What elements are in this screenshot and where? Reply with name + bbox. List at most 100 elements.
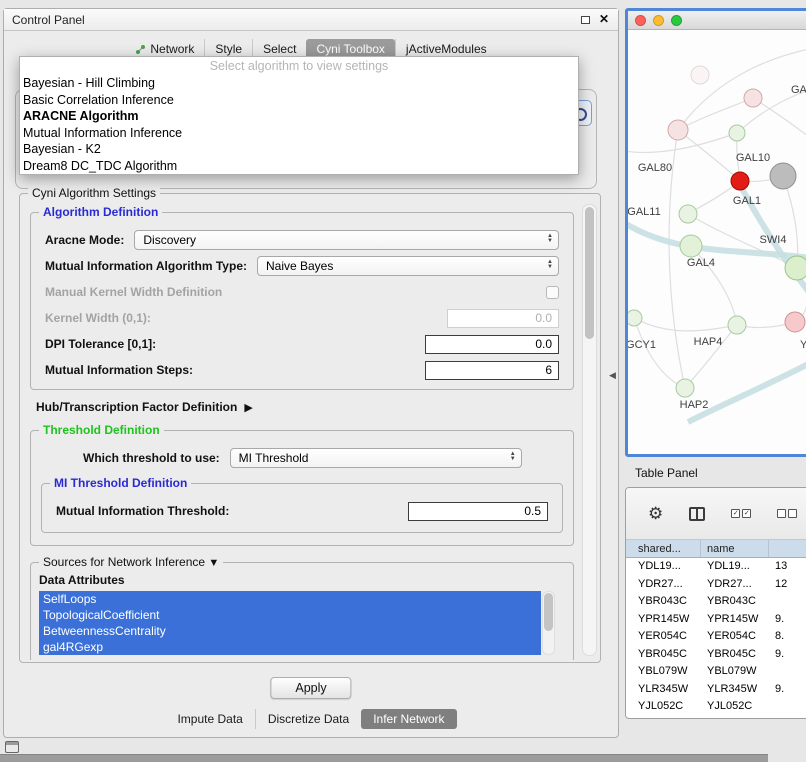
network-node[interactable] [679, 205, 697, 223]
table-row[interactable]: YBL079WYBL079W [626, 663, 806, 681]
table-row[interactable]: YLR345WYLR345W9. [626, 681, 806, 699]
table-cell[interactable] [769, 698, 806, 716]
which-threshold-select[interactable]: MI Threshold ▲▼ [230, 448, 522, 468]
network-canvas[interactable]: GAL80GAL7GAL10GAL11GAL1SWI4GAL4GCY1HAP4H… [628, 30, 806, 454]
hub-definition-section[interactable]: Hub/Transcription Factor Definition ▶ [36, 400, 574, 414]
scrollbar-thumb[interactable] [585, 207, 594, 339]
attributes-scrollbar[interactable] [542, 591, 555, 655]
minimize-traffic-light[interactable] [653, 15, 664, 26]
network-window-titlebar[interactable] [628, 11, 806, 30]
table-cell[interactable]: 9. [769, 611, 806, 629]
table-row[interactable]: YJL052CYJL052C [626, 698, 806, 716]
panel-splitter-icon[interactable]: ◀ [609, 370, 616, 381]
network-view-window[interactable]: GAL80GAL7GAL10GAL11GAL1SWI4GAL4GCY1HAP4H… [625, 8, 806, 457]
table-row[interactable]: YPR145WYPR145W9. [626, 611, 806, 629]
network-node[interactable] [731, 172, 749, 190]
scrollbar-thumb[interactable] [544, 593, 553, 631]
table-cell[interactable]: YPR145W [626, 611, 701, 629]
table-cell[interactable]: YDR27... [701, 576, 769, 594]
manual-kernel-checkbox[interactable] [546, 286, 559, 299]
table-cell[interactable]: YLR345W [626, 681, 701, 699]
tab-infer-network[interactable]: Infer Network [361, 709, 456, 729]
table-cell[interactable]: YDL19... [701, 558, 769, 576]
table-cell[interactable]: YBR045C [626, 646, 701, 664]
network-graph[interactable]: GAL80GAL7GAL10GAL11GAL1SWI4GAL4GCY1HAP4H… [628, 30, 806, 452]
minimized-panel-icon[interactable] [5, 741, 19, 753]
mi-type-select[interactable]: Naive Bayes ▲▼ [257, 256, 559, 276]
apply-button[interactable]: Apply [270, 677, 351, 699]
kernel-width-input[interactable] [447, 309, 559, 328]
sources-title[interactable]: Sources for Network Inference ▼ [39, 555, 223, 569]
gear-icon[interactable]: ⚙ [648, 505, 663, 522]
table-cell[interactable]: YJL052C [626, 698, 701, 716]
table-cell[interactable]: YBL079W [626, 663, 701, 681]
dpi-tolerance-input[interactable] [425, 335, 559, 354]
table-cell[interactable]: YBR045C [701, 646, 769, 664]
table-cell[interactable]: YBR043C [626, 593, 701, 611]
dropdown-item[interactable]: Mutual Information Inference [20, 125, 578, 142]
network-node[interactable] [785, 312, 805, 332]
table-cell[interactable]: 8. [769, 628, 806, 646]
dropdown-item[interactable]: Basic Correlation Inference [20, 92, 578, 109]
table-cell[interactable]: 13 [769, 558, 806, 576]
table-cell[interactable]: YPR145W [701, 611, 769, 629]
table-cell[interactable]: YBR043C [701, 593, 769, 611]
network-node[interactable] [744, 89, 762, 107]
column-header[interactable] [769, 540, 806, 557]
network-node[interactable] [770, 163, 796, 189]
mi-steps-input[interactable] [425, 361, 559, 380]
dropdown-item[interactable]: Bayesian - K2 [20, 141, 578, 158]
table-cell[interactable]: 9. [769, 646, 806, 664]
table-row[interactable]: YDR27...YDR27...12 [626, 576, 806, 594]
attribute-item-selected[interactable]: SelfLoops [39, 591, 541, 607]
table-cell[interactable]: YDL19... [626, 558, 701, 576]
table-cell[interactable]: 12 [769, 576, 806, 594]
network-node[interactable] [668, 120, 688, 140]
settings-scrollbar[interactable] [582, 204, 597, 656]
table-cell[interactable]: YDR27... [626, 576, 701, 594]
table-cell[interactable] [769, 593, 806, 611]
dropdown-item[interactable]: Bayesian - Hill Climbing [20, 75, 578, 92]
column-header[interactable]: shared... [626, 540, 701, 557]
table-cell[interactable] [769, 663, 806, 681]
threshold-definition-group: Threshold Definition Which threshold to … [30, 430, 574, 546]
table-row[interactable]: YDL19...YDL19...13 [626, 558, 806, 576]
mi-steps-row: Mutual Information Steps: [39, 357, 565, 383]
control-panel-titlebar[interactable]: Control Panel ✕ [4, 9, 618, 31]
columns-icon[interactable] [689, 507, 705, 521]
close-traffic-light[interactable] [635, 15, 646, 26]
select-all-icon[interactable]: ✓ ✓ [731, 509, 751, 518]
close-icon[interactable]: ✕ [599, 12, 609, 26]
table-row[interactable]: YBR043CYBR043C [626, 593, 806, 611]
collapsed-arrow-icon[interactable]: ▶ [244, 401, 252, 414]
table-row[interactable]: YER054CYER054C8. [626, 628, 806, 646]
dropdown-item-selected[interactable]: ARACNE Algorithm [20, 108, 578, 125]
table-cell[interactable]: YER054C [626, 628, 701, 646]
aracne-mode-select[interactable]: Discovery ▲▼ [134, 230, 559, 250]
attribute-item-selected[interactable]: gal4RGexp [39, 639, 541, 655]
network-node[interactable] [680, 235, 702, 257]
tab-discretize-data[interactable]: Discretize Data [255, 709, 361, 729]
table-cell[interactable]: YLR345W [701, 681, 769, 699]
attribute-item-selected[interactable]: TopologicalCoefficient [39, 607, 541, 623]
network-node[interactable] [728, 316, 746, 334]
attribute-item-selected[interactable]: BetweennessCentrality [39, 623, 541, 639]
column-header[interactable]: name [701, 540, 769, 557]
network-node[interactable] [785, 256, 806, 280]
float-window-icon[interactable] [581, 16, 590, 24]
dropdown-item[interactable]: Dream8 DC_TDC Algorithm [20, 158, 578, 175]
network-node[interactable] [676, 379, 694, 397]
mi-threshold-input[interactable] [408, 502, 548, 521]
tab-impute-data[interactable]: Impute Data [165, 709, 254, 729]
table-row[interactable]: YBR045CYBR045C9. [626, 646, 806, 664]
table-cell[interactable]: YBL079W [701, 663, 769, 681]
table-cell[interactable]: 9. [769, 681, 806, 699]
table-cell[interactable]: YER054C [701, 628, 769, 646]
expanded-arrow-icon[interactable]: ▼ [208, 557, 219, 569]
table-cell[interactable]: YJL052C [701, 698, 769, 716]
zoom-traffic-light[interactable] [671, 15, 682, 26]
network-node[interactable] [729, 125, 745, 141]
network-node[interactable] [628, 310, 642, 326]
network-node[interactable] [691, 66, 709, 84]
deselect-all-icon[interactable] [777, 509, 797, 518]
